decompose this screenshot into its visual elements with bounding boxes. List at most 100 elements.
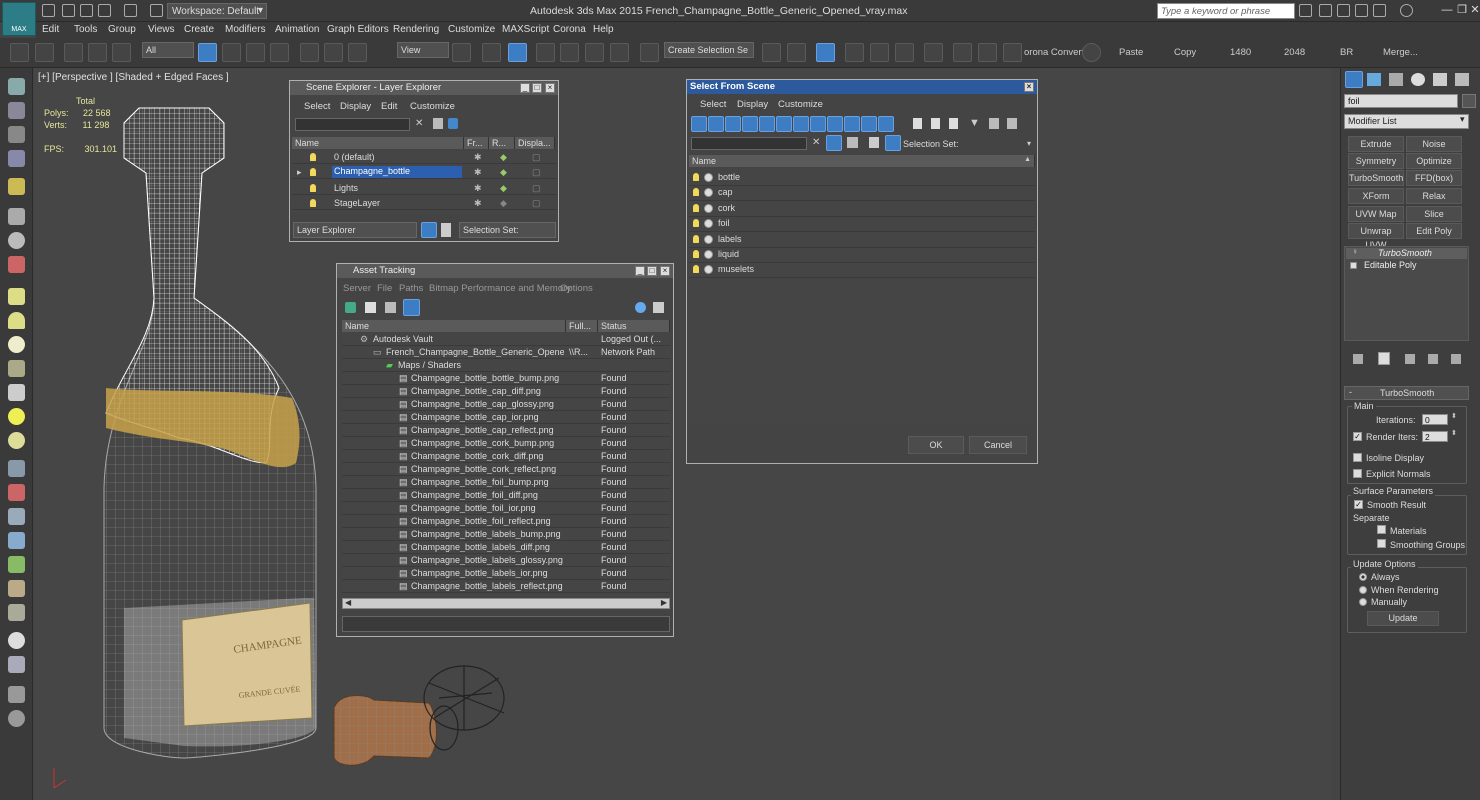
cork[interactable] bbox=[333, 695, 437, 766]
project-folder-icon[interactable] bbox=[150, 4, 163, 17]
object-name-field[interactable]: foil bbox=[1344, 94, 1458, 108]
horizontal-scrollbar[interactable]: ◀ ▶ bbox=[342, 598, 670, 609]
clear-icon[interactable]: ✕ bbox=[812, 137, 820, 148]
stack-item[interactable]: ♀ TurboSmooth bbox=[1346, 247, 1467, 259]
cancel-button[interactable]: Cancel bbox=[969, 436, 1027, 454]
named-selection-dropdown[interactable]: Create Selection Se bbox=[664, 42, 754, 58]
spinner-snap-icon[interactable] bbox=[610, 43, 629, 62]
open-file-icon[interactable] bbox=[62, 4, 75, 17]
sun-icon[interactable] bbox=[8, 408, 25, 425]
bones-filter-icon[interactable] bbox=[827, 116, 843, 132]
light-bulb-icon[interactable] bbox=[310, 184, 316, 192]
ffd-box-button[interactable]: FFD(box) bbox=[1406, 170, 1462, 186]
workspace-dropdown[interactable]: Workspace: Default bbox=[167, 3, 267, 19]
edit-poly-button[interactable]: Edit Poly bbox=[1406, 223, 1462, 239]
minimize-icon[interactable]: _ bbox=[635, 266, 645, 276]
exchange-icon[interactable] bbox=[1337, 4, 1350, 17]
snaps-toggle-icon[interactable] bbox=[536, 43, 555, 62]
menu-views[interactable]: Views bbox=[148, 24, 175, 35]
rotate-icon[interactable] bbox=[324, 43, 343, 62]
render-setup-icon[interactable] bbox=[953, 43, 972, 62]
ok-button[interactable]: OK bbox=[908, 436, 964, 454]
uvw-map-button[interactable]: UVW Map bbox=[1348, 206, 1404, 222]
select-object-icon[interactable] bbox=[198, 43, 217, 62]
layers-icon[interactable] bbox=[421, 222, 437, 238]
asset-row[interactable]: ▤ Champagne_bottle_foil_ior.png Found bbox=[342, 502, 670, 515]
layer-row[interactable]: Lights ✱ ◆ ▢ bbox=[292, 182, 557, 195]
menu-corona[interactable]: Corona bbox=[553, 24, 586, 35]
object-row[interactable]: cork bbox=[689, 202, 1035, 217]
col-display[interactable]: Displa... bbox=[515, 137, 555, 149]
smooth-result-checkbox[interactable]: ✓ bbox=[1354, 500, 1363, 509]
tools-icon[interactable] bbox=[1319, 4, 1332, 17]
menu-modifiers[interactable]: Modifiers bbox=[225, 24, 266, 35]
columns-icon[interactable] bbox=[1007, 118, 1017, 129]
link-icon[interactable] bbox=[64, 43, 83, 62]
options-icon[interactable] bbox=[847, 137, 858, 148]
corona-convert-button[interactable]: orona Convert bbox=[1024, 47, 1084, 58]
col-status[interactable]: Status bbox=[598, 320, 670, 332]
asset-row[interactable]: ▤ Champagne_bottle_foil_reflect.png Found bbox=[342, 515, 670, 528]
options-icon[interactable] bbox=[448, 118, 458, 129]
col-name[interactable]: Name bbox=[342, 320, 566, 332]
angle-snap-icon[interactable] bbox=[560, 43, 579, 62]
tool-icon[interactable] bbox=[8, 656, 25, 673]
freeze-icon[interactable]: ✱ bbox=[474, 183, 482, 194]
layer-row[interactable]: ▸ Champagne_bottle ✱ ◆ ▢ bbox=[292, 166, 557, 179]
restore-icon[interactable]: ❐ bbox=[1455, 4, 1469, 17]
settings-icon[interactable] bbox=[653, 302, 664, 313]
selection-filter-dropdown[interactable]: All bbox=[142, 42, 194, 58]
merge-button[interactable]: Merge... bbox=[1383, 47, 1418, 58]
keyboard-shortcut-icon[interactable] bbox=[508, 43, 527, 62]
manipulate-icon[interactable] bbox=[482, 43, 501, 62]
selection-set-label[interactable]: Selection Set: bbox=[903, 139, 959, 149]
col-freeze[interactable]: Fr... bbox=[464, 137, 489, 149]
unlink-icon[interactable] bbox=[88, 43, 107, 62]
frozen-filter-icon[interactable] bbox=[861, 116, 877, 132]
manually-radio[interactable] bbox=[1359, 598, 1367, 606]
xform-button[interactable]: XForm bbox=[1348, 188, 1404, 204]
close-icon[interactable]: × bbox=[660, 266, 670, 276]
menu-customize[interactable]: Customize bbox=[778, 99, 823, 110]
save-file-icon[interactable] bbox=[80, 4, 93, 17]
display-tab-icon[interactable] bbox=[1433, 73, 1447, 86]
pin-stack-icon[interactable] bbox=[1353, 354, 1363, 364]
sphere-icon[interactable] bbox=[8, 632, 25, 649]
lightbulb-icon[interactable]: ♀ bbox=[1352, 247, 1358, 256]
layers-icon[interactable] bbox=[869, 137, 879, 148]
box-icon[interactable] bbox=[8, 288, 25, 305]
modifier-list-dropdown[interactable]: Modifier List bbox=[1344, 114, 1469, 129]
when-rendering-radio[interactable] bbox=[1359, 586, 1367, 594]
expand-arrow-icon[interactable]: ▸ bbox=[297, 167, 302, 178]
menu-select[interactable]: Select bbox=[304, 101, 330, 112]
hierarchy-icon[interactable] bbox=[885, 135, 901, 151]
teapot-icon[interactable]: ◆ bbox=[500, 198, 507, 209]
help-icon[interactable] bbox=[635, 302, 646, 313]
asset-row[interactable]: ▤ Champagne_bottle_cap_diff.png Found bbox=[342, 385, 670, 398]
groups-filter-icon[interactable] bbox=[793, 116, 809, 132]
freeze-icon[interactable]: ✱ bbox=[474, 198, 482, 209]
file-row[interactable]: ▭ French_Champagne_Bottle_Generic_Opened.… bbox=[342, 346, 670, 359]
paste-button[interactable]: Paste bbox=[1119, 47, 1143, 58]
asset-path-field[interactable] bbox=[342, 616, 670, 632]
tool-icon[interactable] bbox=[8, 126, 25, 143]
chevron-down-icon[interactable]: ▾ bbox=[1027, 139, 1031, 148]
col-name[interactable]: Name bbox=[292, 137, 464, 149]
object-row[interactable]: muselets bbox=[689, 263, 1035, 278]
menu-graph-editors[interactable]: Graph Editors bbox=[327, 24, 389, 35]
ref-coord-dropdown[interactable]: View bbox=[397, 42, 449, 58]
undo-icon[interactable] bbox=[10, 43, 29, 62]
select-from-scene-titlebar[interactable]: Select From Scene × bbox=[687, 80, 1037, 94]
utilities-tab-icon[interactable] bbox=[1455, 73, 1469, 86]
selection-set-dropdown[interactable]: Selection Set: bbox=[459, 222, 556, 238]
clear-icon[interactable]: ✕ bbox=[415, 118, 423, 129]
asset-row[interactable]: ▤ Champagne_bottle_cork_bump.png Found bbox=[342, 437, 670, 450]
geometry-filter-icon[interactable] bbox=[691, 116, 707, 132]
align-icon[interactable] bbox=[787, 43, 806, 62]
explicit-normals-checkbox[interactable] bbox=[1353, 469, 1362, 478]
edit-named-sets-icon[interactable] bbox=[640, 43, 659, 62]
asset-row[interactable]: ▤ Champagne_bottle_cork_diff.png Found bbox=[342, 450, 670, 463]
menu-animation[interactable]: Animation bbox=[275, 24, 319, 35]
tool-icon[interactable] bbox=[8, 208, 25, 225]
menu-tools[interactable]: Tools bbox=[74, 24, 97, 35]
